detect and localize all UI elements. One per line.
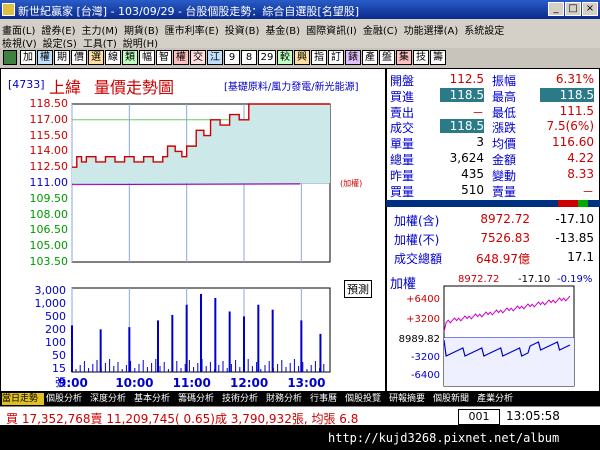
- tab-item[interactable]: 技術分析: [222, 393, 264, 405]
- quote-value: 112.5: [449, 72, 484, 86]
- tab-item[interactable]: 基本分析: [134, 393, 176, 405]
- quote-label: 變動: [492, 168, 517, 183]
- quote-value: 118.5: [440, 119, 484, 134]
- index-label: 加權(含): [394, 214, 440, 228]
- mini-tick-label: -3200: [410, 352, 440, 363]
- footer-url: http://kujd3268.pixnet.net/album: [328, 431, 560, 445]
- divider-bar: [386, 200, 600, 207]
- quote-value: 510: [461, 182, 484, 197]
- status-bar: 買 17,352,768賣 11,209,745( 0.65)成 3,790,9…: [0, 406, 600, 426]
- divider-red: [558, 200, 578, 207]
- quote-label: 最低: [492, 105, 517, 120]
- mini-tick-label: +6400: [406, 294, 440, 305]
- quote-value: 6.31%: [555, 72, 594, 86]
- footer: http://kujd3268.pixnet.net/album: [0, 425, 600, 450]
- volume-tick-label: 100: [45, 336, 66, 349]
- tab-item[interactable]: 籌碼分析: [178, 393, 220, 405]
- quote-value: 435: [461, 166, 484, 181]
- tab-item[interactable]: 研報摘要: [389, 393, 431, 405]
- index-value: 8972.72: [480, 212, 530, 226]
- price-tick-label: 108.00: [29, 207, 69, 221]
- mini-chart-label: 加權: [390, 277, 417, 292]
- tab-item[interactable]: 財務分析: [266, 393, 308, 405]
- quote-label: 單量: [390, 137, 415, 152]
- quote-value: 4.22: [567, 151, 594, 165]
- quote-label: 金額: [492, 153, 517, 167]
- mini-tick-label: -6400: [410, 370, 440, 381]
- tab-item[interactable]: 個股分析: [46, 393, 88, 405]
- time-tick-label: 10:00: [115, 376, 154, 390]
- quote-value: 3,624: [449, 151, 484, 165]
- price-tick-label: 112.50: [29, 160, 69, 174]
- price-tick-label: 115.50: [29, 128, 69, 142]
- price-tick-label: 106.50: [29, 223, 69, 237]
- quote-label: 最高: [492, 89, 517, 104]
- quote-value: 118.5: [440, 87, 484, 102]
- price-tick-label: 114.00: [29, 144, 69, 158]
- quote-value: 118.5: [540, 87, 594, 102]
- quote-label: 賣量: [492, 184, 517, 199]
- stock-code-input[interactable]: 001: [458, 409, 500, 425]
- price-tick-label: 105.00: [29, 239, 69, 253]
- quote-label: 買進: [390, 89, 415, 104]
- status-time: 13:05:58: [506, 409, 560, 423]
- index-change: -17.10: [555, 212, 594, 226]
- index-line: [71, 183, 301, 186]
- quote-label: 振幅: [492, 74, 517, 88]
- volume-tick-label: 3,000: [34, 284, 67, 297]
- quote-label: 買量: [390, 184, 415, 199]
- quote-value: 116.60: [552, 135, 594, 150]
- quote-value: 3: [476, 135, 484, 150]
- index-value: 7526.83: [480, 231, 530, 245]
- quote-label: 總量: [390, 153, 415, 167]
- mini-pct: -0.19%: [557, 274, 593, 285]
- predict-button[interactable]: 預測: [344, 280, 372, 298]
- quote-label: 昨量: [390, 168, 415, 183]
- time-tick-label: 12:00: [230, 376, 269, 390]
- volume-tick-label: 50: [52, 349, 66, 362]
- volume-tick-label: 1,000: [34, 297, 67, 310]
- time-tick-label: 11:00: [172, 376, 211, 390]
- mini-lower-fill: [444, 338, 574, 386]
- mini-value: 8972.72: [458, 274, 500, 285]
- index-value: 648.97億: [476, 252, 530, 266]
- quote-value: －: [471, 105, 484, 120]
- mini-change: -17.10: [518, 274, 551, 285]
- time-tick-label: 13:00: [287, 376, 326, 390]
- tab-item[interactable]: 個股投覽: [345, 393, 387, 405]
- mini-tick-label: +3200: [406, 314, 440, 325]
- quote-label: 賣出: [390, 105, 415, 120]
- tab-item[interactable]: 個股新聞: [433, 393, 475, 405]
- quote-label: 均價: [492, 137, 517, 152]
- index-note: (加權): [340, 179, 363, 188]
- tab-item[interactable]: 深度分析: [90, 393, 132, 405]
- tab-item[interactable]: 行事曆: [310, 393, 343, 405]
- quote-label: 開盤: [390, 74, 415, 88]
- tab-item[interactable]: 產業分析: [477, 393, 519, 405]
- price-tick-label: 117.00: [29, 112, 69, 126]
- index-label: 成交總額: [394, 252, 443, 266]
- volume-tick-label: 500: [45, 310, 66, 323]
- time-tick-label: 9:00: [58, 376, 88, 390]
- mini-tick-label: 8989.82: [398, 334, 440, 345]
- quote-value: 111.5: [559, 103, 594, 118]
- price-tick-label: 111.00: [29, 176, 69, 189]
- tab-item[interactable]: 當日走勢: [2, 393, 44, 405]
- quote-label: 成交: [390, 121, 415, 136]
- quote-value: －: [581, 184, 594, 199]
- quote-label: 漲跌: [492, 121, 517, 136]
- index-label: 加權(不): [394, 233, 440, 247]
- divider-green: [578, 200, 588, 207]
- price-tick-label: 109.50: [29, 191, 69, 205]
- index-change: 17.1: [567, 250, 594, 264]
- tab-strip: 當日走勢 個股分析 深度分析 基本分析 籌碼分析 技術分析 財務分析 行事曆 個股投覽 研報摘要個…: [0, 392, 600, 406]
- price-tick-label: 118.50: [29, 97, 69, 110]
- quote-value: 8.33: [567, 166, 594, 181]
- volume-tick-label: 200: [45, 323, 66, 336]
- index-change: -13.85: [555, 231, 594, 245]
- price-tick-label: 103.50: [29, 255, 69, 268]
- quote-value: 7.5(6%): [546, 119, 594, 134]
